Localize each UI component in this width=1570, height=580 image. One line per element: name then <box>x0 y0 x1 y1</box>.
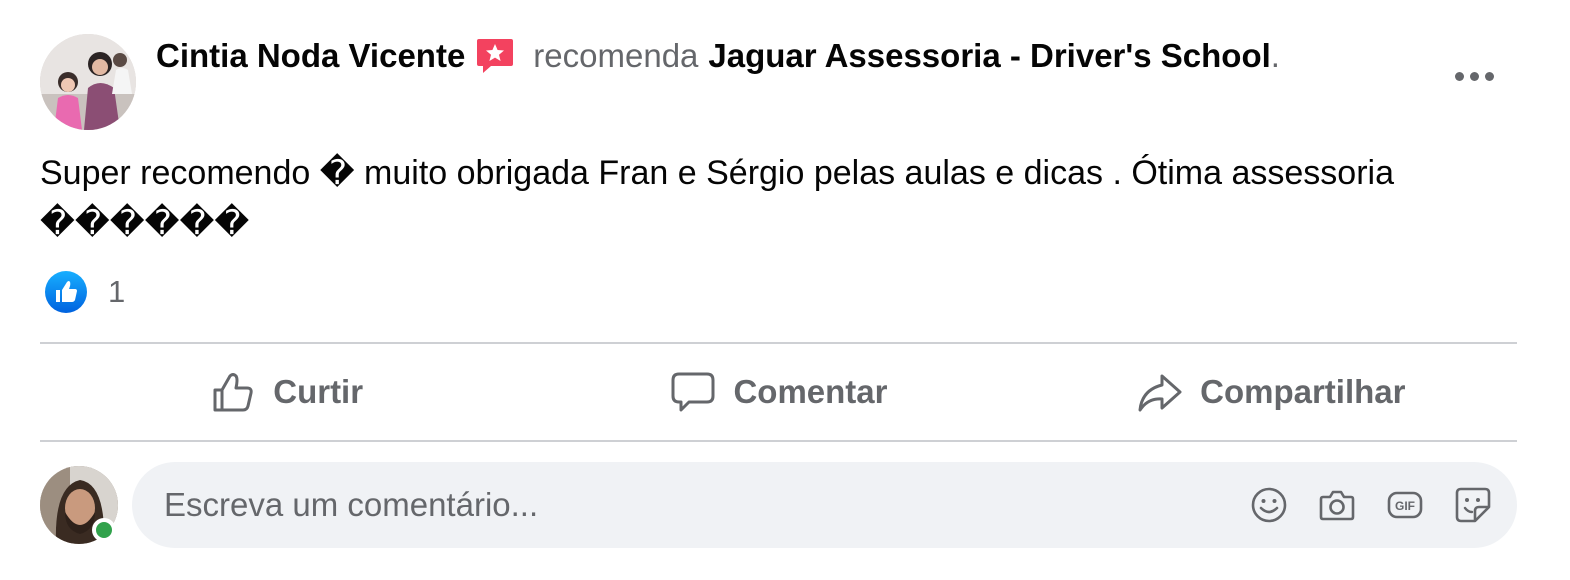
more-options-icon[interactable] <box>1444 56 1504 96</box>
online-status-dot <box>92 518 116 542</box>
action-bar: Curtir Comentar Compartilhar <box>40 344 1517 440</box>
sticker-icon[interactable] <box>1451 483 1495 527</box>
svg-text:GIF: GIF <box>1395 499 1415 513</box>
gif-icon[interactable]: GIF <box>1383 483 1427 527</box>
smiley-icon[interactable] <box>1247 483 1291 527</box>
header-period: . <box>1270 37 1280 74</box>
share-label: Compartilhar <box>1200 373 1406 410</box>
thumbs-up-icon <box>213 373 253 412</box>
share-button[interactable]: Compartilhar <box>1025 344 1517 440</box>
divider-bottom <box>40 440 1517 442</box>
author-name[interactable]: Cintia Noda Vicente <box>156 37 465 75</box>
like-reaction-icon <box>44 270 88 314</box>
post-text: Super recomendo � muito obrigada Fran e … <box>40 154 1394 242</box>
recommend-star-icon <box>475 36 515 76</box>
author-avatar[interactable] <box>40 34 136 130</box>
share-arrow-icon <box>1138 374 1182 412</box>
comment-composer: GIF <box>132 462 1517 548</box>
post-card: Cintia Noda Vicente recomenda Jaguar Ass… <box>0 0 1570 580</box>
reactions-summary[interactable]: 1 <box>44 270 125 314</box>
reaction-count: 1 <box>108 274 126 309</box>
speech-bubble-icon <box>671 372 715 412</box>
comment-button[interactable]: Comentar <box>532 344 1024 440</box>
post-header: Cintia Noda Vicente recomenda Jaguar Ass… <box>156 34 1280 78</box>
comment-label: Comentar <box>733 373 888 410</box>
like-button[interactable]: Curtir <box>40 344 532 440</box>
like-label: Curtir <box>273 373 364 410</box>
comment-input[interactable] <box>162 474 1223 536</box>
page-name[interactable]: Jaguar Assessoria - Driver's School <box>708 37 1270 75</box>
comment-tools: GIF <box>1223 483 1495 527</box>
camera-icon[interactable] <box>1315 483 1359 527</box>
recommend-verb: recomenda <box>533 37 699 74</box>
